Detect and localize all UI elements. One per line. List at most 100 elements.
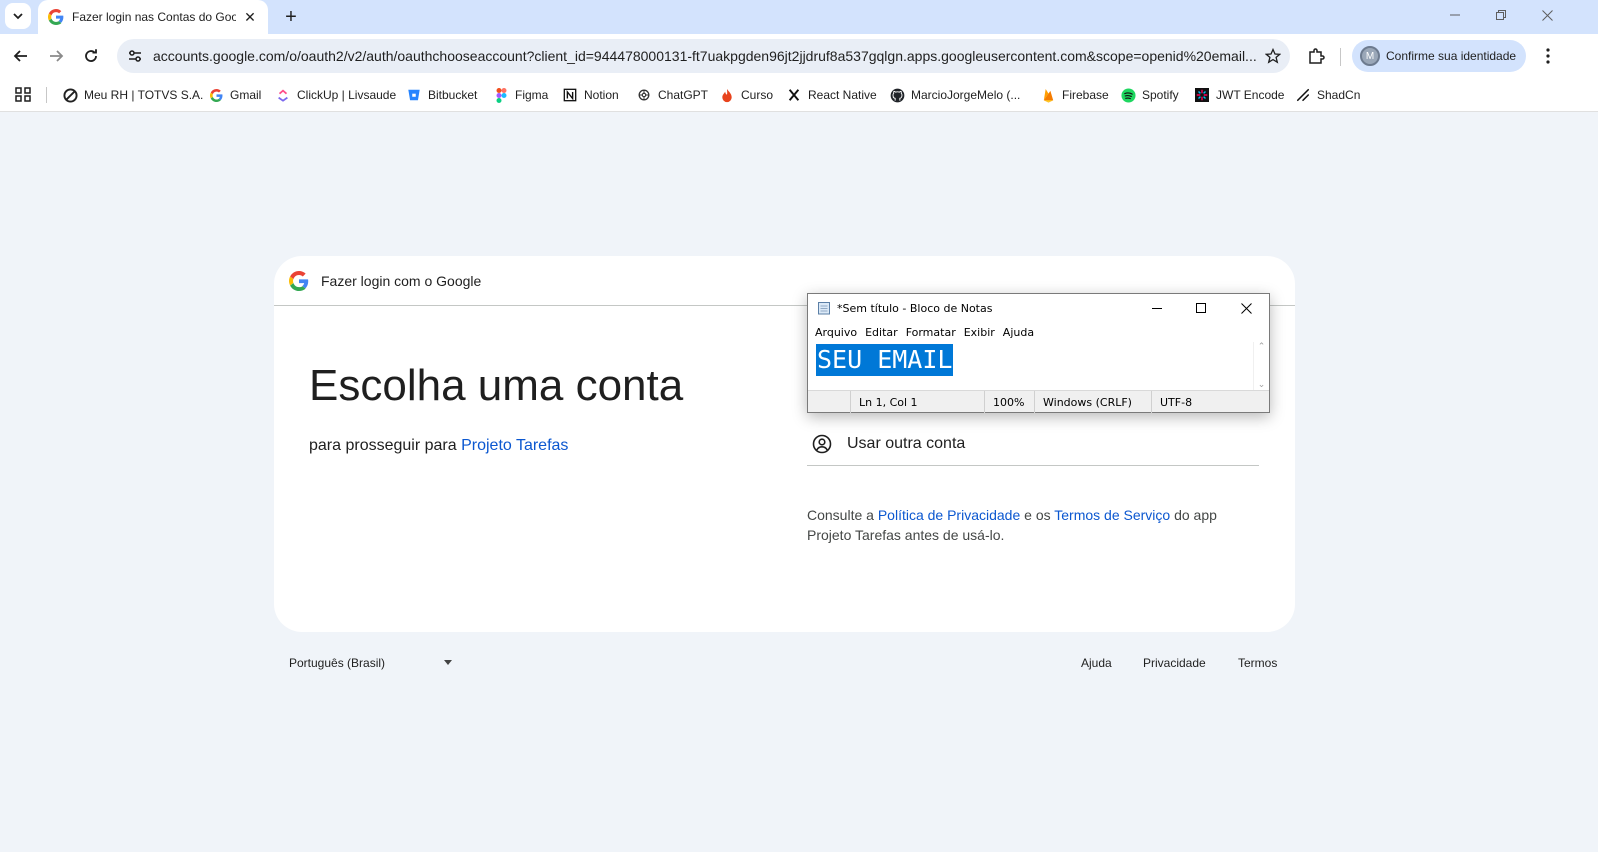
bitbucket-icon: [406, 87, 422, 103]
back-button[interactable]: [7, 42, 35, 70]
footer-privacy-link[interactable]: Privacidade: [1143, 656, 1206, 670]
notepad-text-area[interactable]: SEU EMAIL ⌃ ⌄: [808, 342, 1269, 390]
scroll-down-icon[interactable]: ⌄: [1258, 380, 1266, 390]
notepad-title: *Sem título - Bloco de Notas: [837, 301, 993, 315]
bookmark-react-native[interactable]: React Native: [786, 83, 877, 107]
bookmark-label: ShadCn: [1317, 88, 1361, 102]
privacy-policy-link[interactable]: Política de Privacidade: [878, 507, 1020, 523]
google-icon: [48, 9, 64, 25]
bookmark-meu-rh[interactable]: Meu RH | TOTVS S.A.: [62, 83, 203, 107]
card-header-title: Fazer login com o Google: [321, 272, 482, 289]
notion-icon: [562, 87, 578, 103]
profile-chip[interactable]: M Confirme sua identidade: [1352, 40, 1526, 72]
language-selector[interactable]: Português (Brasil): [289, 656, 385, 670]
bookmark-github[interactable]: MarcioJorgeMelo (...: [889, 83, 1020, 107]
jwt-icon: [1194, 87, 1210, 103]
bookmark-figma[interactable]: Figma: [493, 83, 548, 107]
menu-exibir[interactable]: Exibir: [964, 326, 995, 339]
menu-editar[interactable]: Editar: [865, 326, 898, 339]
menu-ajuda[interactable]: Ajuda: [1003, 326, 1034, 339]
notepad-minimize-button[interactable]: [1135, 294, 1179, 322]
minimize-icon: [1152, 308, 1162, 309]
close-window-button[interactable]: [1524, 0, 1570, 30]
bookmark-spotify[interactable]: Spotify: [1120, 83, 1179, 107]
bookmarks-divider: [46, 87, 47, 103]
new-tab-button[interactable]: +: [278, 4, 304, 30]
bookmarks-bar: Meu RH | TOTVS S.A. Gmail ClickUp | Livs…: [0, 78, 1598, 112]
vertical-scrollbar[interactable]: ⌃ ⌄: [1253, 342, 1269, 390]
forward-button[interactable]: [42, 42, 70, 70]
menu-arquivo[interactable]: Arquivo: [815, 326, 857, 339]
bookmark-star-button[interactable]: [1256, 42, 1290, 70]
bookmark-label: Spotify: [1142, 88, 1179, 102]
notepad-statusbar: Ln 1, Col 1 100% Windows (CRLF) UTF-8: [808, 390, 1269, 413]
x-icon: [786, 87, 802, 103]
bookmark-notion[interactable]: Notion: [562, 83, 619, 107]
notepad-window[interactable]: *Sem título - Bloco de Notas Arquivo Edi…: [807, 293, 1270, 413]
scroll-up-icon[interactable]: ⌃: [1258, 342, 1266, 352]
url-text[interactable]: accounts.google.com/o/oauth2/v2/auth/oau…: [153, 48, 1256, 64]
menu-formatar[interactable]: Formatar: [906, 326, 956, 339]
tune-icon: [129, 50, 141, 62]
bookmark-gmail[interactable]: Gmail: [208, 83, 261, 107]
reload-icon: [85, 49, 97, 62]
restore-button[interactable]: [1478, 0, 1524, 30]
shadcn-icon: [1295, 87, 1311, 103]
extensions-button[interactable]: [1302, 42, 1330, 70]
selected-text[interactable]: SEU EMAIL: [816, 344, 954, 376]
bookmark-firebase[interactable]: Firebase: [1040, 83, 1109, 107]
footer-terms-link[interactable]: Termos: [1238, 656, 1277, 670]
clickup-icon: [275, 87, 291, 103]
bookmark-shadcn[interactable]: ShadCn: [1295, 83, 1360, 107]
toolbar-divider: [1340, 48, 1341, 66]
chatgpt-icon: [636, 87, 652, 103]
minimize-button[interactable]: [1432, 0, 1478, 30]
tab-close-icon[interactable]: ✕: [242, 9, 258, 25]
policy-text: Consulte a Política de Privacidade e os …: [807, 505, 1259, 545]
site-info-button[interactable]: [119, 42, 151, 70]
close-icon: [1240, 302, 1252, 314]
status-position: Ln 1, Col 1: [850, 391, 984, 413]
bookmark-bitbucket[interactable]: Bitbucket: [406, 83, 477, 107]
notepad-close-button[interactable]: [1224, 294, 1268, 322]
dropdown-arrow-icon[interactable]: [444, 660, 452, 665]
bookmark-chatgpt[interactable]: ChatGPT: [636, 83, 708, 107]
bookmark-curso[interactable]: Curso: [719, 83, 773, 107]
figma-icon: [493, 87, 509, 103]
footer-help-link[interactable]: Ajuda: [1081, 656, 1112, 670]
notepad-maximize-button[interactable]: [1179, 294, 1223, 322]
apps-grid-icon[interactable]: [14, 86, 34, 104]
flame-icon: [719, 87, 735, 103]
subtitle-prefix: para prosseguir para: [309, 437, 462, 454]
policy-text-2: e os: [1020, 507, 1055, 523]
google-icon: [208, 87, 224, 103]
spotify-icon: [1120, 87, 1136, 103]
puzzle-icon: [1309, 48, 1325, 64]
bookmark-jwt[interactable]: JWT Encode: [1194, 83, 1284, 107]
bookmark-label: Notion: [584, 88, 619, 102]
bookmark-label: ChatGPT: [658, 88, 709, 102]
bookmark-label: Gmail: [230, 88, 262, 102]
reload-button[interactable]: [77, 42, 105, 70]
tab-search-button[interactable]: [5, 3, 31, 29]
arrow-left-icon: [13, 50, 27, 62]
bookmark-clickup[interactable]: ClickUp | Livsaude: [275, 83, 396, 107]
address-bar[interactable]: accounts.google.com/o/oauth2/v2/auth/oau…: [117, 39, 1290, 73]
bookmark-label: Meu RH | TOTVS S.A.: [84, 88, 204, 102]
active-tab[interactable]: Fazer login nas Contas do Goog ✕: [38, 0, 268, 34]
tab-strip: Fazer login nas Contas do Goog ✕ +: [0, 0, 1598, 34]
avatar: M: [1360, 46, 1380, 66]
app-name-link[interactable]: Projeto Tarefas: [461, 437, 568, 454]
tab-title: Fazer login nas Contas do Goog: [72, 10, 236, 24]
restore-icon: [1496, 10, 1506, 20]
bookmark-label: ClickUp | Livsaude: [297, 88, 397, 102]
terms-of-service-link[interactable]: Termos de Serviço: [1054, 507, 1170, 523]
profile-chip-label: Confirme sua identidade: [1386, 49, 1517, 63]
use-other-account-button[interactable]: Usar outra conta: [807, 422, 1259, 466]
notepad-icon: [818, 302, 830, 315]
firebase-icon: [1040, 87, 1056, 103]
bookmark-label: Figma: [515, 88, 549, 102]
status-zoom: 100%: [984, 391, 1034, 413]
browser-menu-button[interactable]: [1536, 42, 1560, 70]
google-logo-icon: [289, 270, 309, 291]
